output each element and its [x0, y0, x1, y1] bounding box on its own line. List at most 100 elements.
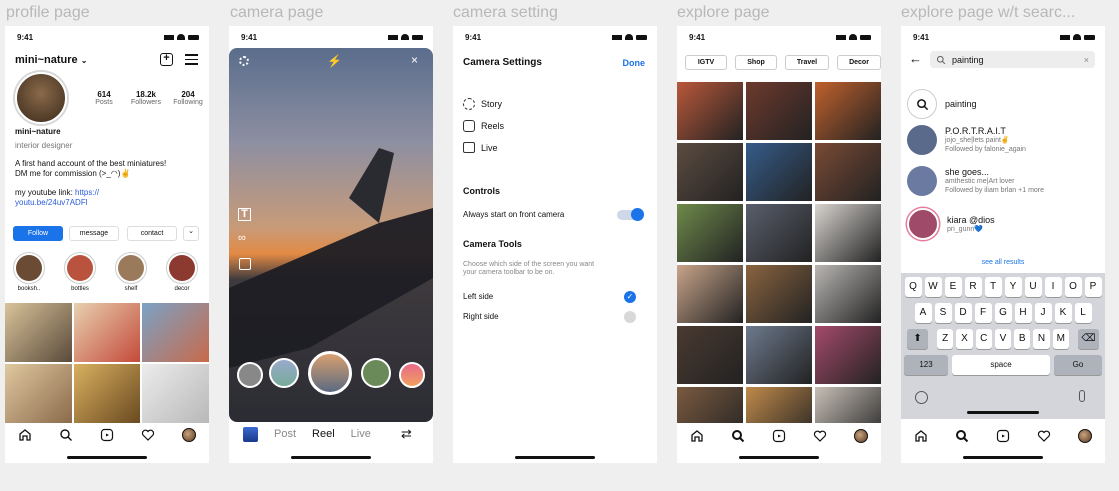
- see-all-results-link[interactable]: see all results: [901, 259, 1105, 266]
- explore-thumbnail[interactable]: [746, 143, 812, 201]
- heart-icon[interactable]: [812, 428, 828, 444]
- key-e[interactable]: E: [944, 277, 962, 297]
- key-123[interactable]: 123: [904, 355, 948, 375]
- key-t[interactable]: T: [984, 277, 1002, 297]
- post-thumbnail[interactable]: [142, 364, 209, 423]
- key-k[interactable]: K: [1054, 303, 1072, 323]
- settings-gear-icon[interactable]: [239, 56, 249, 66]
- flip-camera-icon[interactable]: ⇄: [401, 426, 412, 442]
- explore-thumbnail[interactable]: [677, 82, 743, 140]
- key-n[interactable]: N: [1033, 329, 1050, 349]
- shift-icon[interactable]: ⬆: [907, 329, 929, 349]
- backspace-icon[interactable]: ⌫: [1077, 329, 1099, 349]
- settings-reels-row[interactable]: Reels: [463, 120, 504, 132]
- highlight-bottles[interactable]: bottles: [63, 252, 97, 292]
- explore-thumbnail[interactable]: [815, 143, 881, 201]
- key-s[interactable]: S: [934, 303, 952, 323]
- reels-icon[interactable]: [995, 428, 1011, 444]
- key-go[interactable]: Go: [1054, 355, 1102, 375]
- post-thumbnail[interactable]: [142, 303, 209, 362]
- clear-search-icon[interactable]: ×: [1084, 55, 1089, 65]
- profile-avatar[interactable]: [15, 72, 67, 124]
- key-a[interactable]: A: [914, 303, 932, 323]
- youtube-link[interactable]: https://: [75, 188, 99, 197]
- right-side-radio[interactable]: [624, 311, 636, 323]
- key-h[interactable]: H: [1014, 303, 1032, 323]
- explore-thumbnail[interactable]: [815, 204, 881, 262]
- filter-thumb[interactable]: [269, 358, 299, 388]
- filter-thumb[interactable]: [361, 358, 391, 388]
- follow-button[interactable]: Follow: [13, 226, 63, 241]
- key-p[interactable]: P: [1084, 277, 1102, 297]
- mode-post[interactable]: Post: [274, 428, 296, 440]
- youtube-link-cont[interactable]: youtu.be/24uv7ADFl: [15, 198, 88, 208]
- key-j[interactable]: J: [1034, 303, 1052, 323]
- key-l[interactable]: L: [1074, 303, 1092, 323]
- explore-thumbnail[interactable]: [677, 265, 743, 323]
- suggest-dropdown-button[interactable]: ⌄: [183, 226, 199, 241]
- back-arrow-icon[interactable]: ←: [909, 51, 922, 66]
- key-b[interactable]: B: [1014, 329, 1031, 349]
- explore-thumbnail[interactable]: [677, 326, 743, 384]
- gallery-icon[interactable]: [243, 426, 258, 442]
- microphone-icon[interactable]: [1079, 390, 1085, 402]
- heart-icon[interactable]: [1036, 428, 1052, 444]
- key-y[interactable]: Y: [1004, 277, 1022, 297]
- chip-igtv[interactable]: IGTV: [685, 55, 727, 70]
- chip-decor[interactable]: Decor: [837, 55, 881, 70]
- key-i[interactable]: I: [1044, 277, 1062, 297]
- settings-live-row[interactable]: Live: [463, 142, 498, 153]
- post-thumbnail[interactable]: [73, 364, 141, 423]
- new-post-icon[interactable]: +: [160, 53, 173, 66]
- profile-avatar-icon[interactable]: [853, 428, 869, 444]
- shutter-button[interactable]: [308, 351, 352, 395]
- search-icon[interactable]: [954, 428, 970, 444]
- explore-thumbnail[interactable]: [746, 326, 812, 384]
- explore-thumbnail[interactable]: [746, 82, 812, 140]
- home-icon[interactable]: [689, 428, 705, 444]
- reels-icon[interactable]: [771, 428, 787, 444]
- key-u[interactable]: U: [1024, 277, 1042, 297]
- message-button[interactable]: message: [69, 226, 119, 241]
- explore-thumbnail[interactable]: [815, 265, 881, 323]
- reels-icon[interactable]: [99, 427, 115, 443]
- key-z[interactable]: Z: [937, 329, 954, 349]
- profile-avatar-icon[interactable]: [1077, 428, 1093, 444]
- post-thumbnail[interactable]: [5, 364, 72, 423]
- key-g[interactable]: G: [994, 303, 1012, 323]
- search-result-account[interactable]: P.O.R.T.R.A.I.T jojo_she|lets paint✌ Follo…: [907, 125, 1026, 155]
- layout-icon[interactable]: [239, 258, 251, 270]
- filter-thumb[interactable]: [399, 362, 425, 388]
- key-space[interactable]: space: [952, 355, 1050, 375]
- home-icon[interactable]: [913, 428, 929, 444]
- explore-thumbnail[interactable]: [815, 326, 881, 384]
- done-button[interactable]: Done: [623, 58, 646, 68]
- highlight-bookshelf[interactable]: booksh..: [12, 252, 46, 292]
- chip-travel[interactable]: Travel: [785, 55, 829, 70]
- heart-icon[interactable]: [140, 427, 156, 443]
- key-q[interactable]: Q: [904, 277, 922, 297]
- text-tool-icon[interactable]: T: [238, 208, 251, 221]
- stat-posts[interactable]: 614 Posts: [83, 90, 125, 106]
- explore-thumbnail[interactable]: [815, 82, 881, 140]
- highlight-decor[interactable]: decor: [165, 252, 199, 292]
- mode-reel[interactable]: Reel: [312, 428, 335, 440]
- home-icon[interactable]: [17, 427, 33, 443]
- key-o[interactable]: O: [1064, 277, 1082, 297]
- key-x[interactable]: X: [956, 329, 973, 349]
- key-v[interactable]: V: [994, 329, 1012, 349]
- explore-thumbnail[interactable]: [677, 143, 743, 201]
- explore-thumbnail[interactable]: [746, 204, 812, 262]
- key-m[interactable]: M: [1052, 329, 1069, 349]
- flash-icon[interactable]: ⚡: [327, 54, 342, 68]
- key-f[interactable]: F: [974, 303, 992, 323]
- menu-icon[interactable]: [185, 54, 198, 65]
- filter-thumb[interactable]: [237, 362, 263, 388]
- profile-username[interactable]: mini~nature ⌄: [15, 54, 87, 66]
- camera-viewfinder[interactable]: ⚡ × T ∞: [229, 48, 433, 422]
- search-input[interactable]: painting ×: [930, 51, 1095, 68]
- search-result-tag[interactable]: painting: [907, 89, 977, 119]
- search-result-account[interactable]: kiara @dios pri_gunn💙: [907, 208, 995, 240]
- profile-avatar-icon[interactable]: [181, 427, 197, 443]
- chip-shop[interactable]: Shop: [735, 55, 777, 70]
